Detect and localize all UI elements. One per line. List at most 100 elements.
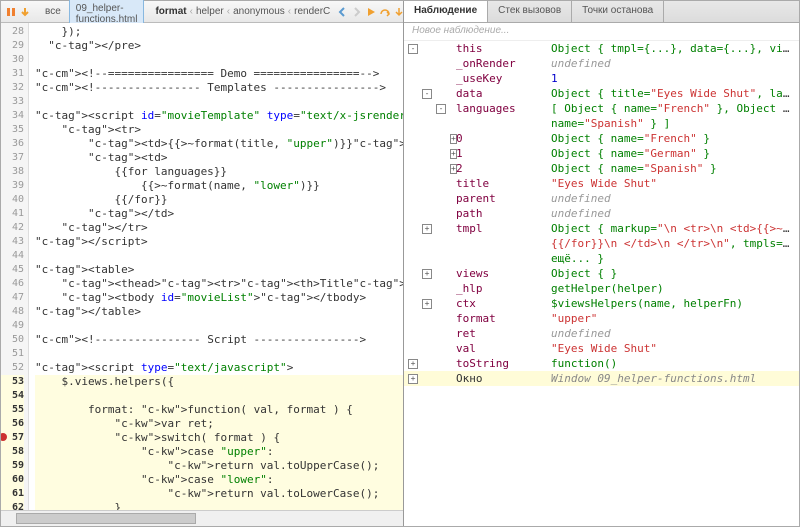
var-row[interactable]: + ctx$viewsHelpers(name, helperFn) bbox=[404, 296, 799, 311]
var-value: {{/for}}\n </td>\n </tr>\n", tmpls=[1], … bbox=[551, 236, 795, 251]
tab-watch[interactable]: Наблюдение bbox=[404, 1, 488, 22]
expand-toggle[interactable]: + bbox=[408, 374, 418, 384]
var-name: ret bbox=[456, 326, 551, 341]
var-value: Object { tmpl={...}, data={...}, views={… bbox=[551, 41, 795, 56]
expand-toggle[interactable]: + bbox=[422, 224, 432, 234]
var-row[interactable]: +1Object { name="German" } bbox=[404, 146, 799, 161]
expand-toggle[interactable]: - bbox=[422, 89, 432, 99]
var-name: _useKey bbox=[456, 71, 551, 86]
var-name: path bbox=[456, 206, 551, 221]
variable-tree[interactable]: - thisObject { tmpl={...}, data={...}, vi… bbox=[404, 41, 799, 526]
var-name: 1 bbox=[456, 146, 551, 161]
var-row[interactable]: val"Eyes Wide Shut" bbox=[404, 341, 799, 356]
var-name bbox=[456, 251, 551, 266]
editor-toolbar: все 09_helper-functions.html ▾ format‹ h… bbox=[1, 1, 403, 23]
expand-toggle[interactable]: - bbox=[408, 44, 418, 54]
var-value: function() bbox=[551, 356, 795, 371]
var-name: parent bbox=[456, 191, 551, 206]
line-gutter: 2829303132333435363738394041424344454647… bbox=[1, 23, 29, 510]
var-value: [ Object { name="French" }, Object { nam… bbox=[551, 101, 795, 116]
nav-back-icon[interactable] bbox=[337, 5, 349, 19]
var-row[interactable]: format"upper" bbox=[404, 311, 799, 326]
var-value: undefined bbox=[551, 191, 795, 206]
code-area[interactable]: }); "c-tag"></pre>"c-cm"><!--===========… bbox=[29, 23, 403, 510]
var-row[interactable]: retundefined bbox=[404, 326, 799, 341]
var-value: Window 09_helper-functions.html bbox=[551, 371, 795, 386]
app-root: все 09_helper-functions.html ▾ format‹ h… bbox=[0, 0, 800, 527]
var-value: undefined bbox=[551, 326, 795, 341]
var-name: toString bbox=[456, 356, 551, 371]
var-row[interactable]: ещё... } bbox=[404, 251, 799, 266]
var-value: Object { title="Eyes Wide Shut", languag… bbox=[551, 86, 795, 101]
var-name bbox=[456, 116, 551, 131]
expand-toggle[interactable]: + bbox=[422, 299, 432, 309]
breadcrumb: format‹ helper‹ anonymous‹ renderC bbox=[152, 6, 333, 17]
var-name: this bbox=[456, 41, 551, 56]
file-icon bbox=[76, 0, 90, 1]
var-value: Object { name="French" } bbox=[551, 131, 795, 146]
crumb-format[interactable]: format bbox=[152, 6, 189, 17]
var-name: title bbox=[456, 176, 551, 191]
var-value: getHelper(helper) bbox=[551, 281, 795, 296]
var-row[interactable]: +0Object { name="French" } bbox=[404, 131, 799, 146]
var-row[interactable]: pathundefined bbox=[404, 206, 799, 221]
editor-pane: все 09_helper-functions.html ▾ format‹ h… bbox=[1, 1, 404, 526]
debug-pane: Наблюдение Стек вызовов Точки останова Н… bbox=[404, 1, 799, 526]
var-name: ctx bbox=[456, 296, 551, 311]
tab-breaks[interactable]: Точки останова bbox=[572, 1, 664, 22]
var-name: format bbox=[456, 311, 551, 326]
tab-file-label: 09_helper-functions.html bbox=[76, 3, 138, 25]
step-over-icon[interactable] bbox=[379, 5, 391, 19]
var-row[interactable]: _onRenderundefined bbox=[404, 56, 799, 71]
var-value: "Eyes Wide Shut" bbox=[551, 341, 795, 356]
var-value: undefined bbox=[551, 206, 795, 221]
var-value: Object { markup="\n <tr>\n <td>{{>~forma… bbox=[551, 221, 795, 236]
var-row[interactable]: + tmplObject { markup="\n <tr>\n <td>{{>~… bbox=[404, 221, 799, 236]
var-value: 1 bbox=[551, 71, 795, 86]
var-value: ещё... } bbox=[551, 251, 795, 266]
tab-stack[interactable]: Стек вызовов bbox=[488, 1, 572, 22]
var-name bbox=[456, 236, 551, 251]
var-row-window[interactable]: + ОкноWindow 09_helper-functions.html bbox=[404, 371, 799, 386]
nav-fwd-icon[interactable] bbox=[351, 5, 363, 19]
var-row[interactable]: -languages[ Object { name="French" }, Ob… bbox=[404, 101, 799, 116]
var-value: Object { } bbox=[551, 266, 795, 281]
var-name: val bbox=[456, 341, 551, 356]
var-name: data bbox=[456, 86, 551, 101]
var-row[interactable]: - thisObject { tmpl={...}, data={...}, vi… bbox=[404, 41, 799, 56]
var-value: $viewsHelpers(name, helperFn) bbox=[551, 296, 795, 311]
var-row[interactable]: {{/for}}\n </td>\n </tr>\n", tmpls=[1], … bbox=[404, 236, 799, 251]
var-row[interactable]: name="Spanish" } ] bbox=[404, 116, 799, 131]
code-editor[interactable]: 2829303132333435363738394041424344454647… bbox=[1, 23, 403, 510]
crumb-render[interactable]: renderC bbox=[291, 6, 333, 17]
var-row[interactable]: + toStringfunction() bbox=[404, 356, 799, 371]
expand-toggle[interactable]: - bbox=[436, 104, 446, 114]
var-value: Object { name="Spanish" } bbox=[551, 161, 795, 176]
expand-toggle[interactable]: + bbox=[408, 359, 418, 369]
var-name: tmpl bbox=[456, 221, 551, 236]
new-watch-input[interactable]: Новое наблюдение... bbox=[404, 23, 799, 41]
var-name: _hlp bbox=[456, 281, 551, 296]
var-name: _onRender bbox=[456, 56, 551, 71]
crumb-anon[interactable]: anonymous bbox=[230, 6, 288, 17]
var-row[interactable]: _hlpgetHelper(helper) bbox=[404, 281, 799, 296]
var-row[interactable]: _useKey1 bbox=[404, 71, 799, 86]
var-name: 2 bbox=[456, 161, 551, 176]
h-scrollbar[interactable] bbox=[1, 510, 403, 526]
expand-toggle[interactable]: + bbox=[422, 269, 432, 279]
step-down-icon[interactable] bbox=[19, 5, 31, 19]
var-name: views bbox=[456, 266, 551, 281]
var-row[interactable]: + viewsObject { } bbox=[404, 266, 799, 281]
run-icon[interactable] bbox=[365, 5, 377, 19]
var-name: Окно bbox=[456, 371, 551, 386]
var-value: name="Spanish" } ] bbox=[551, 116, 795, 131]
crumb-helper[interactable]: helper bbox=[193, 6, 227, 17]
var-row[interactable]: parentundefined bbox=[404, 191, 799, 206]
var-value: "Eyes Wide Shut" bbox=[551, 176, 795, 191]
pause-icon[interactable] bbox=[5, 5, 17, 19]
var-name: 0 bbox=[456, 131, 551, 146]
var-row[interactable]: title"Eyes Wide Shut" bbox=[404, 176, 799, 191]
var-row[interactable]: - dataObject { title="Eyes Wide Shut", la… bbox=[404, 86, 799, 101]
tab-all[interactable]: все bbox=[39, 4, 67, 19]
var-row[interactable]: +2Object { name="Spanish" } bbox=[404, 161, 799, 176]
